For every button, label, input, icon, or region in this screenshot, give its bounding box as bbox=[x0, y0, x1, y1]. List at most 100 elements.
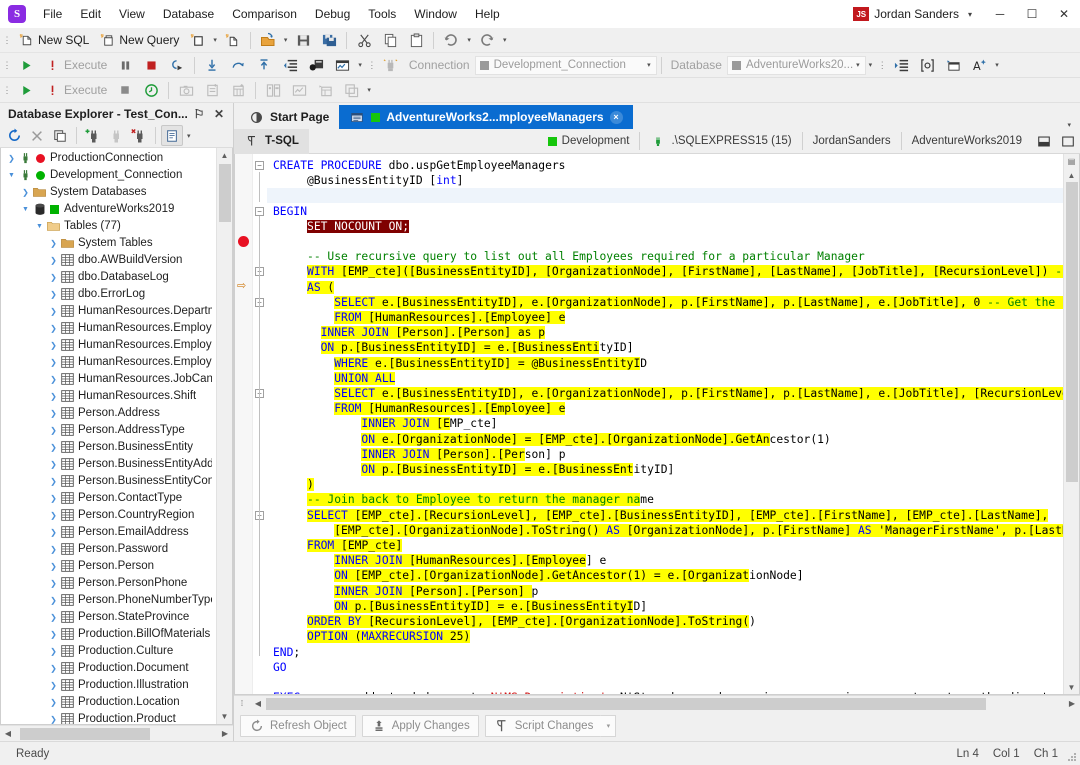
tree-expand-arrow-icon[interactable]: ❯ bbox=[47, 715, 60, 724]
code-horizontal-scrollbar[interactable]: ⁞ ◀ ▶ bbox=[234, 695, 1080, 711]
step-up-button[interactable] bbox=[251, 55, 277, 76]
save-all-button[interactable] bbox=[316, 30, 342, 51]
toolbar2-end-caret[interactable]: ▾ bbox=[992, 61, 1002, 69]
tree-node[interactable]: ❯Person.CountryRegion bbox=[1, 507, 216, 524]
tab-close-icon[interactable]: × bbox=[610, 111, 623, 124]
redo-button[interactable] bbox=[474, 30, 500, 51]
execution-plan-button[interactable] bbox=[303, 55, 329, 76]
tree-node[interactable]: ❯HumanResources.Departmen bbox=[1, 303, 216, 320]
tree-hscroll-track[interactable] bbox=[16, 726, 217, 742]
tree-vertical-scrollbar[interactable]: ▲ ▼ bbox=[216, 148, 232, 724]
paste-button[interactable] bbox=[403, 30, 429, 51]
tab-employee-managers[interactable]: AdventureWorks2...mployeeManagers × bbox=[339, 105, 632, 129]
apply-changes-button[interactable]: Apply Changes bbox=[362, 715, 479, 737]
tree-node[interactable]: ❯dbo.AWBuildVersion bbox=[1, 252, 216, 269]
execute2-run-button[interactable] bbox=[13, 80, 39, 101]
tree-expand-arrow-icon[interactable]: ❯ bbox=[47, 460, 60, 469]
code-fold-toggle[interactable]: − bbox=[255, 161, 264, 170]
tree-node[interactable]: ❯Person.PhoneNumberType bbox=[1, 592, 216, 609]
tree-node[interactable]: ❯Production.Illustration bbox=[1, 677, 216, 694]
ctx-server[interactable]: .\SQLEXPRESS15 (15) bbox=[639, 132, 801, 150]
tree-scrollbar-thumb[interactable] bbox=[219, 164, 231, 222]
tree-expand-arrow-icon[interactable]: ❯ bbox=[47, 426, 60, 435]
tree-expand-arrow-icon[interactable]: ❯ bbox=[47, 664, 60, 673]
tree-expand-arrow-icon[interactable]: ❯ bbox=[47, 681, 60, 690]
tree-node[interactable]: ❯Production.Document bbox=[1, 660, 216, 677]
tree-node[interactable]: ▼AdventureWorks2019 bbox=[1, 201, 216, 218]
tree-collapse-arrow-icon[interactable]: ▼ bbox=[33, 223, 46, 230]
code-vertical-scrollbar[interactable]: ▤ ▲ ▼ bbox=[1063, 154, 1079, 694]
ctx-user[interactable]: JordanSanders bbox=[802, 132, 901, 150]
undo-dropdown-caret[interactable]: ▾ bbox=[464, 36, 474, 44]
tree-node[interactable]: ❯Production.BillOfMaterials bbox=[1, 626, 216, 643]
menu-tools[interactable]: Tools bbox=[359, 2, 405, 26]
tree-expand-arrow-icon[interactable]: ❯ bbox=[5, 154, 18, 163]
account-area[interactable]: JS Jordan Sanders ▾ bbox=[853, 7, 980, 21]
menu-edit[interactable]: Edit bbox=[71, 2, 110, 26]
toolbar3-grip[interactable]: ⋮ bbox=[2, 82, 11, 98]
stop-button[interactable] bbox=[138, 55, 164, 76]
tree-expand-arrow-icon[interactable]: ❯ bbox=[47, 358, 60, 367]
tree-expand-arrow-icon[interactable]: ❯ bbox=[47, 613, 60, 622]
tree-expand-arrow-icon[interactable]: ❯ bbox=[47, 528, 60, 537]
copy-object-button[interactable] bbox=[49, 125, 71, 146]
tree-collapse-arrow-icon[interactable]: ▼ bbox=[5, 172, 18, 179]
database-overflow-caret[interactable]: ▾ bbox=[866, 61, 876, 69]
explorer-pin-button[interactable]: ⚐ bbox=[189, 104, 209, 124]
tree-expand-arrow-icon[interactable]: ❯ bbox=[47, 562, 60, 571]
tree-node[interactable]: ▼Development_Connection bbox=[1, 167, 216, 184]
tree-node[interactable]: ❯System Databases bbox=[1, 184, 216, 201]
tree-node[interactable]: ❯Person.EmailAddress bbox=[1, 524, 216, 541]
close-button[interactable]: ✕ bbox=[1048, 0, 1080, 28]
execute-run-button[interactable] bbox=[13, 55, 39, 76]
step-over-button[interactable] bbox=[225, 55, 251, 76]
add-connection-button[interactable] bbox=[82, 125, 104, 146]
minimize-button[interactable]: ─ bbox=[984, 0, 1016, 28]
menu-help[interactable]: Help bbox=[466, 2, 509, 26]
tree-node[interactable]: ❯HumanResources.Shift bbox=[1, 388, 216, 405]
fold-gutter[interactable]: −−−−−− bbox=[253, 154, 267, 694]
tree-horizontal-scrollbar[interactable]: ◀ ▶ bbox=[0, 725, 233, 741]
execute-button[interactable]: Execute bbox=[39, 55, 112, 76]
bookmark-arrow-icon[interactable]: ⇨ bbox=[237, 279, 246, 292]
open-button[interactable] bbox=[255, 30, 281, 51]
save-button[interactable] bbox=[290, 30, 316, 51]
tree-expand-arrow-icon[interactable]: ❯ bbox=[47, 698, 60, 707]
explorer-close-button[interactable]: ✕ bbox=[209, 104, 229, 124]
menu-debug[interactable]: Debug bbox=[306, 2, 359, 26]
menu-file[interactable]: File bbox=[34, 2, 71, 26]
tree-expand-arrow-icon[interactable]: ❯ bbox=[47, 256, 60, 265]
disconnect-button[interactable] bbox=[128, 125, 150, 146]
tree-expand-arrow-icon[interactable]: ❯ bbox=[47, 511, 60, 520]
code-scroll-up-arrow[interactable]: ▲ bbox=[1064, 168, 1080, 182]
tree-node[interactable]: ▼Tables (77) bbox=[1, 218, 216, 235]
script-changes-chevron-down-icon[interactable]: ▾ bbox=[601, 715, 616, 737]
new-item-dropdown-caret[interactable]: ▾ bbox=[210, 36, 220, 44]
code-scroll-down-arrow[interactable]: ▼ bbox=[1064, 680, 1080, 694]
connection-dropdown[interactable]: Development_Connection ▾ bbox=[475, 56, 657, 75]
tree-node[interactable]: ❯Person.BusinessEntityContac bbox=[1, 473, 216, 490]
tree-hscroll-thumb[interactable] bbox=[20, 728, 150, 740]
menu-view[interactable]: View bbox=[110, 2, 154, 26]
menu-window[interactable]: Window bbox=[405, 2, 466, 26]
connection-picker-icon-button[interactable] bbox=[378, 55, 404, 76]
tree-expand-arrow-icon[interactable]: ❯ bbox=[47, 545, 60, 554]
tree-node[interactable]: ❯HumanResources.EmployeeD bbox=[1, 337, 216, 354]
code-hscroll-thumb[interactable] bbox=[266, 698, 986, 710]
query-profiler-button[interactable] bbox=[329, 55, 355, 76]
tree-node[interactable]: ❯Production.Location bbox=[1, 694, 216, 711]
object-filter-button[interactable] bbox=[161, 125, 183, 146]
sql-code[interactable]: CREATE PROCEDURE dbo.uspGetEmployeeManag… bbox=[267, 154, 1063, 694]
tree-expand-arrow-icon[interactable]: ❯ bbox=[47, 443, 60, 452]
new-sql-button[interactable]: New SQL bbox=[13, 30, 94, 51]
tree-expand-arrow-icon[interactable]: ❯ bbox=[47, 647, 60, 656]
code-split-handle-h[interactable]: ⁞ bbox=[234, 696, 250, 712]
tree-expand-arrow-icon[interactable]: ❯ bbox=[47, 596, 60, 605]
toolbar3-overflow-caret[interactable]: ▾ bbox=[364, 86, 374, 94]
tree-node[interactable]: ❯Person.BusinessEntityAddres bbox=[1, 456, 216, 473]
explorer-overflow-caret[interactable]: ▾ bbox=[184, 132, 194, 140]
toolbar2-grip[interactable]: ⋮ bbox=[2, 57, 11, 73]
snippet-button[interactable] bbox=[940, 55, 966, 76]
tree-node[interactable]: ❯HumanResources.JobCandida bbox=[1, 371, 216, 388]
maximize-button[interactable]: ☐ bbox=[1016, 0, 1048, 28]
